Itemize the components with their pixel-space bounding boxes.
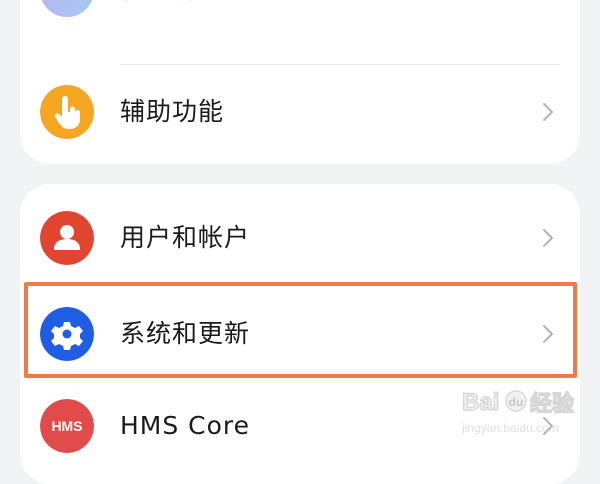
chevron-right-icon (543, 103, 553, 121)
settings-item-label: 系统和更新 (120, 319, 251, 348)
smart-assistant-icon (40, 0, 94, 17)
settings-item-users-accounts[interactable]: 用户和帐户 (20, 190, 580, 286)
hms-icon-text: HMS (51, 418, 82, 434)
settings-item-smart-assistant[interactable]: 智慧助手 (20, 0, 580, 38)
settings-item-label: HMS Core (120, 411, 251, 440)
settings-item-label: 智慧助手 (120, 0, 224, 38)
accessibility-hand-icon (40, 85, 94, 139)
settings-item-label: 辅助功能 (120, 97, 225, 126)
chevron-right-icon (538, 0, 558, 1)
gear-icon (40, 307, 94, 361)
settings-group-2: 用户和帐户 系统和更新 HMS HMS Core (20, 184, 580, 484)
settings-item-accessibility[interactable]: 辅助功能 (20, 64, 580, 160)
settings-group-1: 智慧助手 辅助功能 (20, 0, 580, 164)
hms-core-icon: HMS (40, 399, 94, 453)
chevron-right-icon (543, 229, 553, 247)
user-icon (40, 211, 94, 265)
settings-item-hms-core[interactable]: HMS HMS Core (20, 378, 580, 474)
chevron-right-icon (543, 325, 553, 343)
chevron-right-icon (543, 417, 553, 435)
settings-item-system-updates[interactable]: 系统和更新 (20, 286, 580, 382)
settings-item-label: 用户和帐户 (120, 223, 251, 252)
